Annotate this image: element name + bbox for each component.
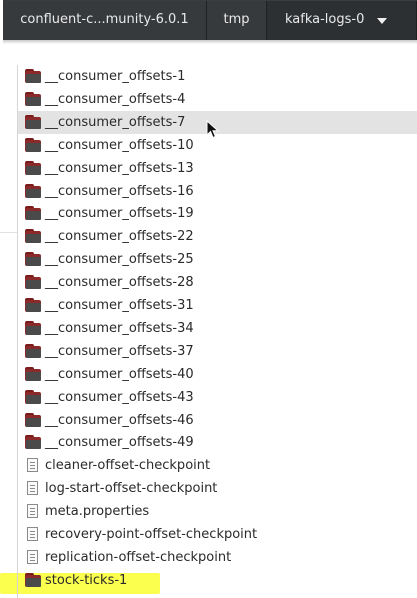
file-name: cleaner-offset-checkpoint: [45, 458, 211, 474]
folder-item[interactable]: __consumer_offsets-22: [18, 225, 417, 248]
folder-icon: [25, 160, 42, 176]
folder-item[interactable]: __consumer_offsets-4: [18, 88, 417, 111]
folder-icon: [25, 137, 42, 153]
divider: [0, 232, 17, 233]
breadcrumb: confluent-c...munity-6.0.1 tmp kafka-log…: [3, 0, 417, 41]
folder-item[interactable]: __consumer_offsets-1: [18, 65, 417, 88]
breadcrumb-current-label: kafka-logs-0: [285, 12, 365, 27]
folder-item[interactable]: stock-ticks-1: [18, 569, 417, 592]
breadcrumb-item-confluent[interactable]: confluent-c...munity-6.0.1: [3, 1, 207, 41]
file-name: __consumer_offsets-16: [45, 183, 194, 199]
text-file-icon: [27, 458, 38, 473]
file-item[interactable]: meta.properties: [18, 500, 417, 523]
path-bar-shadow: [3, 40, 417, 44]
folder-item[interactable]: __consumer_offsets-19: [18, 202, 417, 225]
file-name: __consumer_offsets-13: [45, 160, 194, 176]
folder-item[interactable]: __consumer_offsets-46: [18, 409, 417, 432]
file-item[interactable]: cleaner-offset-checkpoint: [18, 454, 417, 477]
file-name: __consumer_offsets-46: [45, 412, 194, 428]
breadcrumb-item-kafka-logs[interactable]: kafka-logs-0: [267, 1, 417, 41]
file-list: __consumer_offsets-1 __consumer_offsets-4…: [17, 65, 417, 598]
file-name: __consumer_offsets-1: [45, 69, 186, 84]
folder-icon: [25, 252, 42, 267]
folder-item[interactable]: __consumer_offsets-43: [18, 386, 417, 409]
folder-icon: [25, 320, 42, 336]
mouse-pointer-icon: [206, 120, 220, 139]
file-name: recovery-point-offset-checkpoint: [45, 527, 258, 542]
file-name: log-start-offset-checkpoint: [45, 481, 218, 497]
text-file-icon: [27, 527, 38, 541]
folder-icon: [25, 206, 42, 221]
file-name: stock-ticks-1: [45, 572, 128, 588]
file-name: __consumer_offsets-19: [45, 206, 194, 222]
folder-icon: [25, 229, 42, 244]
file-name: __consumer_offsets-37: [45, 343, 194, 359]
file-name: meta.properties: [45, 504, 150, 520]
text-file-icon: [27, 481, 38, 496]
text-file-icon: [27, 504, 38, 519]
file-item[interactable]: log-start-offset-checkpoint: [18, 477, 417, 500]
folder-icon: [25, 114, 42, 130]
file-name: __consumer_offsets-31: [45, 298, 194, 313]
chevron-down-icon[interactable]: [377, 18, 387, 24]
folder-item[interactable]: __consumer_offsets-16: [18, 180, 417, 203]
file-name: __consumer_offsets-28: [45, 275, 194, 291]
file-name: __consumer_offsets-7: [45, 114, 186, 130]
folder-item[interactable]: __consumer_offsets-31: [18, 294, 417, 317]
file-name: replication-offset-checkpoint: [45, 549, 232, 565]
folder-item[interactable]: __consumer_offsets-34: [18, 317, 417, 340]
file-name: __consumer_offsets-25: [45, 252, 194, 268]
folder-item[interactable]: __consumer_offsets-28: [18, 271, 417, 294]
folder-icon: [25, 343, 42, 359]
folder-icon: [25, 275, 42, 290]
folder-icon: [25, 412, 42, 428]
folder-icon: [25, 389, 42, 405]
path-bar: confluent-c...munity-6.0.1 tmp kafka-log…: [0, 0, 417, 44]
file-name: __consumer_offsets-10: [45, 137, 194, 153]
folder-item[interactable]: __consumer_offsets-13: [18, 157, 417, 180]
file-name: __consumer_offsets-49: [45, 435, 194, 451]
file-item[interactable]: recovery-point-offset-checkpoint: [18, 523, 417, 546]
file-name: __consumer_offsets-40: [45, 366, 194, 382]
folder-item[interactable]: __consumer_offsets-49: [18, 431, 417, 454]
folder-icon: [25, 69, 42, 84]
folder-icon: [25, 366, 42, 382]
folder-item[interactable]: __consumer_offsets-40: [18, 363, 417, 386]
folder-icon: [25, 91, 42, 107]
text-file-icon: [27, 549, 38, 564]
file-item[interactable]: replication-offset-checkpoint: [18, 546, 417, 569]
folder-item[interactable]: __consumer_offsets-37: [18, 340, 417, 363]
folder-icon: [25, 572, 42, 588]
folder-icon: [25, 298, 42, 313]
file-name: __consumer_offsets-34: [45, 320, 194, 336]
folder-icon: [25, 435, 42, 450]
file-name: __consumer_offsets-43: [45, 389, 194, 405]
file-name: __consumer_offsets-22: [45, 229, 194, 245]
breadcrumb-item-tmp[interactable]: tmp: [207, 1, 267, 41]
folder-icon: [25, 183, 42, 199]
file-name: __consumer_offsets-4: [45, 91, 186, 107]
folder-item[interactable]: __consumer_offsets-25: [18, 248, 417, 271]
